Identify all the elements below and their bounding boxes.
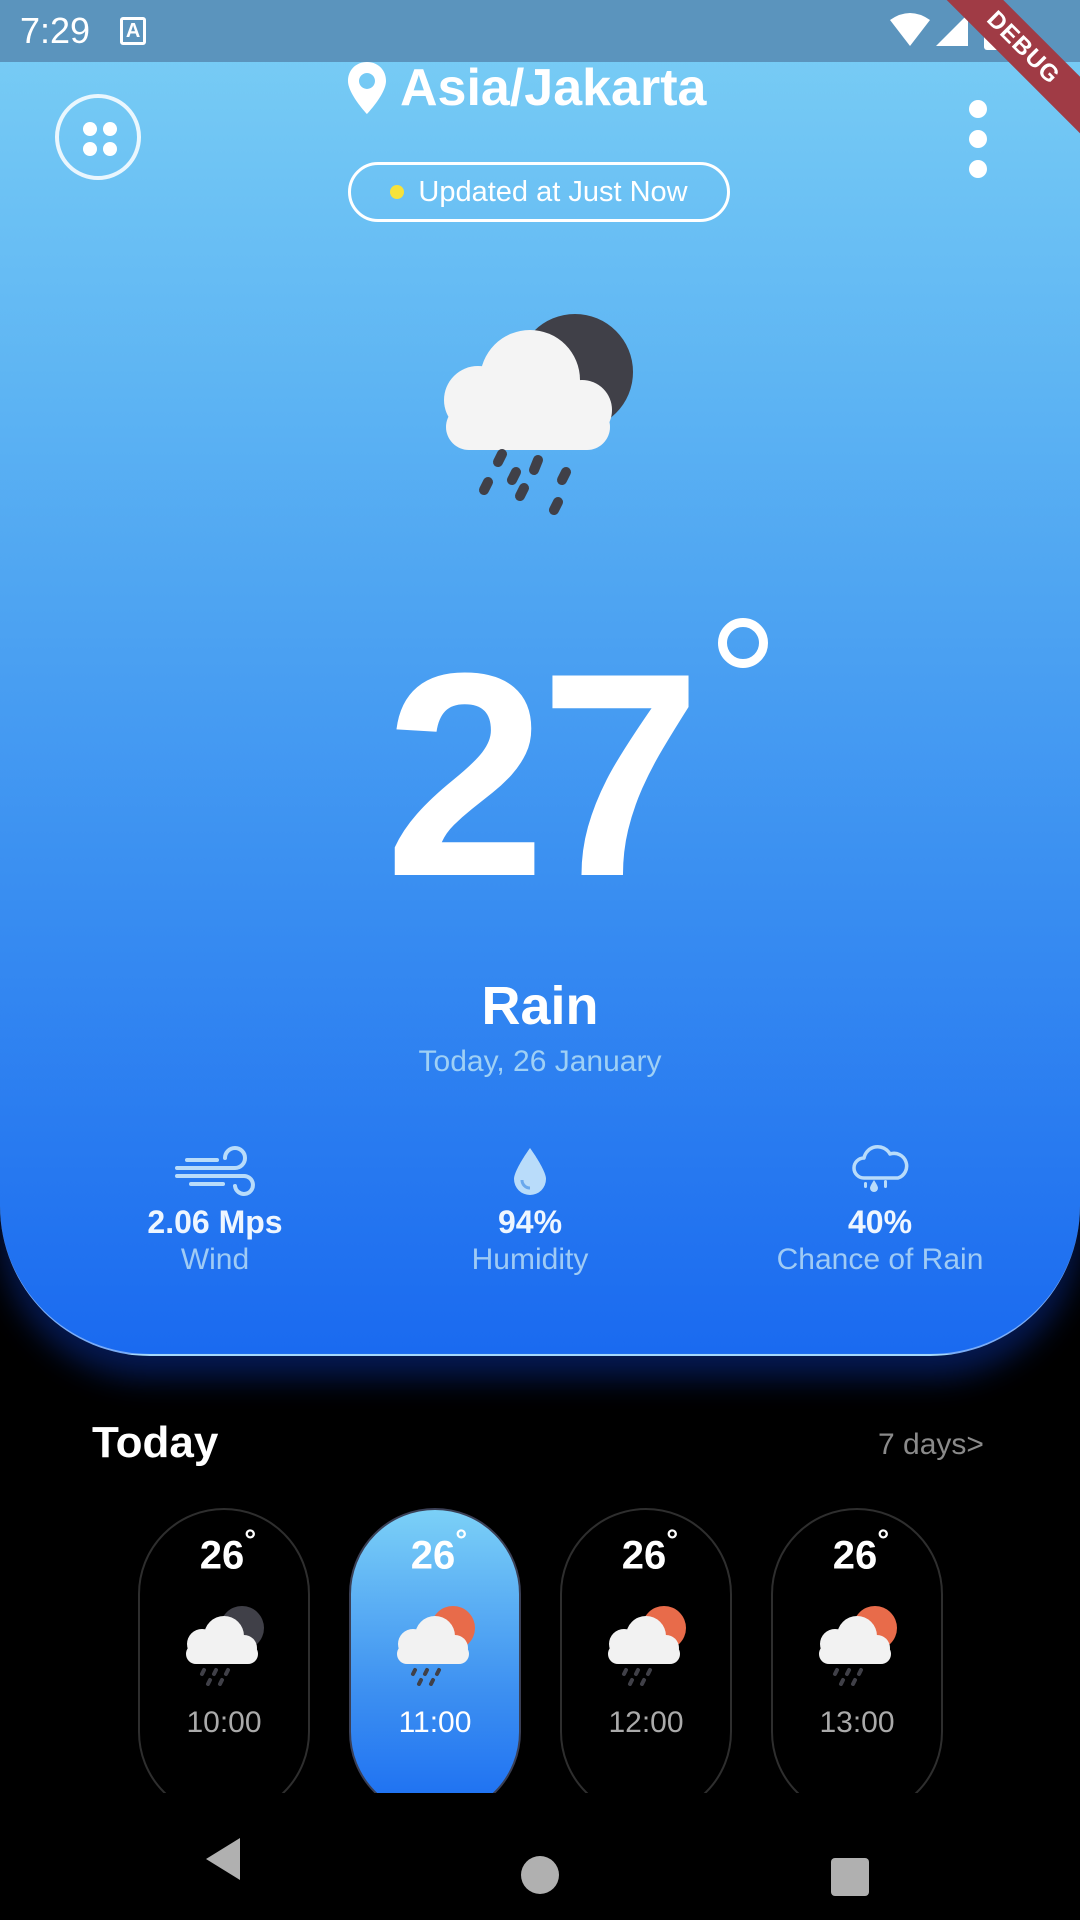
hour-temp: 26 [199,1533,245,1578]
hourly-forecast-list: 26° 10:00 26° 11:00 26° 12:00 26° 13:00 [138,1508,943,1793]
updated-badge: Updated at Just Now [348,162,730,222]
humidity-value: 94% [497,1204,563,1240]
cloud-rain-night-icon [444,314,633,515]
seven-days-link[interactable]: 7 days> [878,1428,984,1462]
degree-symbol [718,618,768,668]
hour-card-10[interactable]: 26° 10:00 [138,1508,310,1793]
hour-time: 11:00 [398,1706,472,1740]
rain-chance-label: Chance of Rain [776,1243,984,1276]
current-temperature: 27 [384,613,702,937]
hour-card-12[interactable]: 26° 12:00 [560,1508,732,1793]
grid-dots-icon [83,122,117,156]
hour-temp: 26 [410,1533,456,1578]
rain-chance-value: 40% [847,1204,913,1240]
more-dots-icon [969,100,987,118]
location-header[interactable]: Asia/Jakarta [348,58,706,118]
stat-humidity: 94% Humidity [380,1140,680,1277]
cloud-drizzle-icon [852,1145,909,1192]
wind-value: 2.06 Mps [147,1204,283,1240]
drop-icon [514,1148,546,1195]
hour-time: 12:00 [608,1706,684,1740]
status-bar: 7:29 A [0,0,1080,62]
hour-time: 10:00 [186,1706,262,1740]
hour-temp: 26 [832,1533,878,1578]
location-pin-icon [348,62,386,114]
keyboard-icon: A [120,17,147,45]
status-time: 7:29 [20,10,91,51]
hour-temp: 26 [621,1533,667,1578]
wind-label: Wind [180,1243,250,1276]
cloud-rain-sun-icon [397,1606,475,1687]
hour-time: 13:00 [819,1706,895,1740]
stat-chance-of-rain: 40% Chance of Rain [730,1140,1030,1277]
status-dot [390,185,405,199]
stat-wind: 2.06 Mps Wind [65,1140,365,1277]
humidity-label: Humidity [471,1243,589,1276]
weather-card: 7:29 A DEBUG Asia/Jakarta Updated at Jus… [0,0,1080,1356]
back-icon[interactable] [204,1836,242,1882]
home-icon[interactable] [521,1856,559,1894]
cloud-rain-sun-icon [819,1606,897,1687]
recents-icon[interactable] [831,1858,869,1896]
updated-text: Updated at Just Now [418,175,688,208]
today-title: Today [92,1418,219,1467]
location-name: Asia/Jakarta [400,59,707,117]
cloud-rain-sun-icon [608,1606,686,1687]
wifi-icon [890,13,930,46]
more-options-button[interactable] [960,100,996,180]
hour-card-11[interactable]: 26° 11:00 [349,1508,521,1793]
current-date: Today, 26 January [418,1045,662,1078]
system-nav-bar [0,1800,1080,1920]
hour-card-13[interactable]: 26° 13:00 [771,1508,943,1793]
cloud-rain-moon-icon [186,1606,264,1687]
app-menu-button[interactable] [55,94,141,180]
weather-condition: Rain [481,976,599,1036]
wind-icon [175,1146,255,1196]
